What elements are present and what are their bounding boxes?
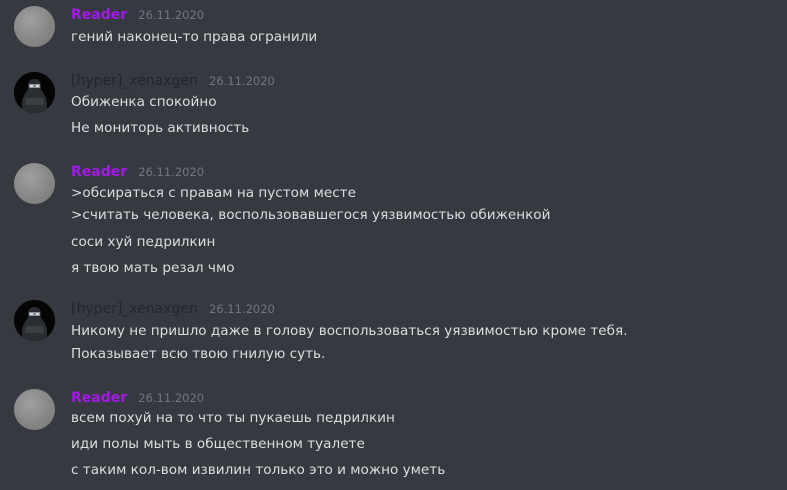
grey-noise-icon xyxy=(14,163,55,204)
author-name[interactable]: [hyper]_xenaxgen xyxy=(71,73,198,89)
message-header: Reader 26.11.2020 xyxy=(71,4,204,24)
timestamp: 26.11.2020 xyxy=(209,74,275,88)
timestamp: 26.11.2020 xyxy=(209,302,275,316)
avatar[interactable] xyxy=(14,163,55,204)
timestamp: 26.11.2020 xyxy=(138,8,205,22)
message-header: [hyper]_xenaxgen 26.11.2020 xyxy=(71,70,275,90)
message-text: >обсираться с правам на пустом месте xyxy=(71,185,356,201)
timestamp: 26.11.2020 xyxy=(138,165,205,179)
message-text: гений наконец-то права огранили xyxy=(71,29,318,45)
message-header: Reader 26.11.2020 xyxy=(71,387,204,407)
timestamp: 26.11.2020 xyxy=(138,391,205,405)
author-name[interactable]: [hyper]_xenaxgen xyxy=(71,301,198,317)
author-name[interactable]: Reader xyxy=(71,164,127,180)
author-name[interactable]: Reader xyxy=(71,7,127,23)
message-text: всем похуй на то что ты пукаешь педрилки… xyxy=(71,410,395,426)
message-text: Показывает всю твою гнилую суть. xyxy=(71,346,326,362)
grey-noise-icon xyxy=(14,389,55,430)
dark-figure-icon xyxy=(14,300,55,341)
message-header: Reader 26.11.2020 xyxy=(71,161,204,181)
message-text: соси хуй педрилкин xyxy=(71,234,216,250)
grey-noise-icon xyxy=(14,6,55,47)
message-header: [hyper]_xenaxgen 26.11.2020 xyxy=(71,298,275,318)
message-text: иди полы мыть в общественном туалете xyxy=(71,436,365,452)
chat-messages: Reader 26.11.2020 гений наконец-то права… xyxy=(0,0,787,490)
message-text: я твою мать резал чмо xyxy=(71,260,235,276)
message-text: Обиженка спокойно xyxy=(71,94,217,110)
message-text: Никому не пришло даже в голову воспользо… xyxy=(71,323,628,339)
avatar[interactable] xyxy=(14,6,55,47)
dark-figure-icon xyxy=(14,72,55,113)
message-text: >считать человека, воспользовавшегося уя… xyxy=(71,207,551,223)
author-name[interactable]: Reader xyxy=(71,390,127,406)
avatar[interactable] xyxy=(14,389,55,430)
avatar[interactable] xyxy=(14,72,55,113)
avatar[interactable] xyxy=(14,300,55,341)
message-text: Не мониторь активность xyxy=(71,120,250,136)
message-text: с таким кол-вом извилин только это и мож… xyxy=(71,462,446,478)
